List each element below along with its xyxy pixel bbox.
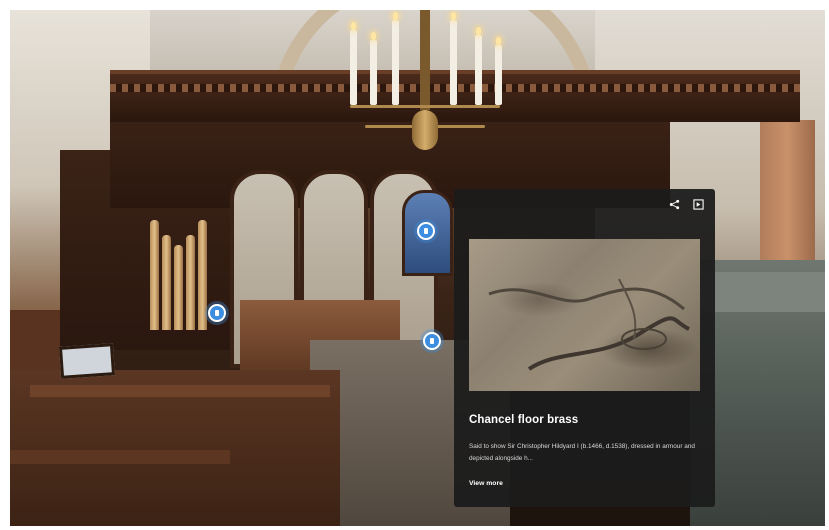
chandelier-chain bbox=[420, 10, 430, 110]
candle bbox=[450, 12, 457, 105]
organ-pipe bbox=[162, 235, 171, 330]
candle bbox=[350, 22, 357, 105]
organ-pipe bbox=[174, 245, 183, 330]
framed-picture bbox=[58, 343, 116, 379]
organ-pipe bbox=[198, 220, 207, 330]
info-hotspot-window[interactable] bbox=[417, 222, 435, 240]
chandelier-hub bbox=[412, 110, 438, 150]
brass-engraving-lines bbox=[488, 278, 690, 371]
info-hotspot-organ[interactable] bbox=[208, 304, 226, 322]
chandelier bbox=[340, 10, 510, 180]
info-card: Chancel floor brass Said to show Sir Chr… bbox=[454, 189, 715, 507]
candle bbox=[392, 12, 399, 105]
candle bbox=[495, 37, 502, 105]
card-toolbar bbox=[667, 197, 705, 211]
card-title: Chancel floor brass bbox=[469, 414, 579, 426]
chandelier-arm bbox=[350, 105, 500, 108]
candle bbox=[475, 27, 482, 105]
share-icon[interactable] bbox=[667, 197, 681, 211]
pew-rail bbox=[10, 450, 230, 464]
candle bbox=[370, 32, 377, 105]
brass-photo[interactable] bbox=[469, 239, 700, 391]
expand-icon[interactable] bbox=[691, 197, 705, 211]
info-hotspot-altar[interactable] bbox=[423, 332, 441, 350]
organ-pipe bbox=[150, 220, 159, 330]
card-description: Said to show Sir Christopher Hildyard I … bbox=[469, 443, 695, 462]
panorama-viewer[interactable]: Chancel floor brass Said to show Sir Chr… bbox=[10, 10, 825, 526]
pew-rail bbox=[30, 385, 330, 397]
organ-pipe bbox=[186, 235, 195, 330]
view-more-link[interactable]: View more bbox=[469, 480, 503, 487]
